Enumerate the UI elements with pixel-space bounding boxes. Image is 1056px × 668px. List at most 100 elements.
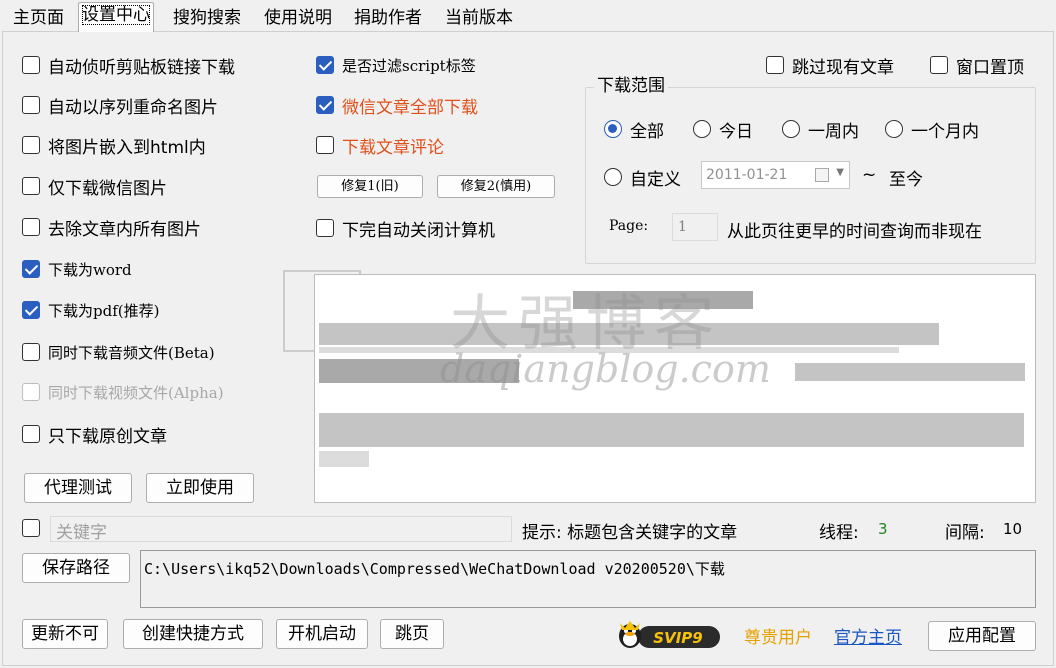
radio-label: 自定义 (630, 169, 681, 190)
apply-config-button[interactable]: 应用配置 (928, 621, 1036, 651)
range-tilde: ~ (862, 165, 877, 185)
save-path-field[interactable]: C:\Users\ikq52\Downloads\Compressed\WeCh… (140, 550, 1036, 608)
user-level: 尊贵用户 (744, 628, 812, 648)
svip-text: SVIP9 (653, 629, 702, 647)
checkbox-checked[interactable] (22, 301, 40, 319)
page-input[interactable]: 1 (672, 213, 718, 241)
download-range-title: 下载范围 (594, 76, 668, 96)
option-label: 窗口置顶 (956, 57, 1024, 78)
until-now-label: 至今 (889, 170, 923, 190)
option-embed-images[interactable]: 将图片嵌入到html内 (22, 133, 206, 158)
option-label: 自动以序列重命名图片 (48, 97, 218, 118)
radio-selected[interactable] (604, 120, 622, 138)
option-label: 跳过现有文章 (792, 57, 894, 78)
apply-now-button[interactable]: 立即使用 (146, 473, 254, 503)
option-original-only[interactable]: 只下载原创文章 (22, 422, 167, 447)
checkbox[interactable] (22, 343, 40, 361)
checkbox-checked[interactable] (316, 96, 334, 114)
option-download-all-articles[interactable]: 微信文章全部下载 (316, 93, 478, 118)
option-filter-script[interactable]: 是否过滤script标签 (316, 53, 476, 77)
threads-label: 线程: (819, 523, 859, 543)
page-hint: 从此页往更早的时间查询而非现在 (727, 222, 982, 242)
update-button[interactable]: 更新不可 (22, 619, 108, 649)
option-label: 去除文章内所有图片 (48, 219, 201, 240)
interval-value[interactable]: 10 (1003, 520, 1022, 538)
option-download-pdf[interactable]: 下载为pdf(推荐) (22, 298, 159, 322)
radio[interactable] (693, 120, 711, 138)
jump-page-button[interactable]: 跳页 (380, 619, 444, 649)
keyword-hint: 提示: 标题包含关键字的文章 (522, 523, 738, 543)
option-label: 下载为pdf(推荐) (48, 301, 160, 320)
option-rename-images[interactable]: 自动以序列重命名图片 (22, 93, 218, 118)
checkbox[interactable] (316, 219, 334, 237)
tab-sogou-search[interactable]: 搜狗搜索 (170, 6, 244, 32)
checkbox[interactable] (22, 218, 40, 236)
fix1-button[interactable]: 修复1(旧) (317, 175, 423, 198)
startup-button[interactable]: 开机启动 (276, 619, 368, 649)
checkbox[interactable] (22, 177, 40, 195)
tab-version[interactable]: 当前版本 (442, 6, 516, 32)
chevron-down-icon: ▼ (836, 167, 844, 178)
date-value: 2011-01-21 (706, 167, 788, 183)
interval-label: 间隔: (945, 523, 985, 543)
option-clipboard-listen[interactable]: 自动侦听剪贴板链接下载 (22, 53, 235, 78)
official-site-link[interactable]: 官方主页 (834, 623, 902, 648)
option-label: 下载文章评论 (342, 137, 444, 158)
option-label: 下完自动关闭计算机 (342, 220, 495, 241)
checkbox-checked[interactable] (22, 260, 40, 278)
radio[interactable] (604, 168, 622, 186)
option-download-audio[interactable]: 同时下载音频文件(Beta) (22, 340, 215, 364)
tab-instructions[interactable]: 使用说明 (261, 6, 335, 32)
save-path-button[interactable]: 保存路径 (22, 553, 130, 583)
tab-strip: 主页面 设置中心 搜狗搜索 使用说明 捐助作者 当前版本 (0, 0, 1056, 32)
radio-label: 今日 (719, 121, 753, 142)
option-label: 是否过滤script标签 (342, 56, 476, 75)
option-remove-images[interactable]: 去除文章内所有图片 (22, 215, 201, 240)
range-month[interactable]: 一个月内 (885, 117, 979, 142)
option-label: 自动侦听剪贴板链接下载 (48, 57, 235, 78)
radio[interactable] (782, 120, 800, 138)
date-picker[interactable]: 2011-01-21 ▼ (701, 161, 850, 189)
checkbox[interactable] (930, 56, 948, 74)
checkbox[interactable] (316, 136, 334, 154)
option-download-word[interactable]: 下载为word (22, 257, 132, 281)
page-label: Page: (609, 218, 649, 234)
radio-label: 全部 (630, 121, 664, 142)
option-window-topmost[interactable]: 窗口置顶 (930, 53, 1024, 78)
option-wechat-images-only[interactable]: 仅下载微信图片 (22, 174, 167, 199)
checkbox[interactable] (766, 56, 784, 74)
fix2-button[interactable]: 修复2(慎用) (437, 175, 555, 198)
radio[interactable] (885, 120, 903, 138)
tab-settings-label: 设置中心 (82, 5, 150, 25)
keyword-input[interactable]: 关键字 (50, 516, 512, 543)
tab-donate[interactable]: 捐助作者 (351, 6, 425, 32)
calendar-icon (815, 168, 829, 182)
option-auto-shutdown[interactable]: 下完自动关闭计算机 (316, 216, 495, 241)
option-label: 仅下载微信图片 (48, 178, 167, 199)
keyword-toggle[interactable] (22, 516, 48, 540)
option-download-video: 同时下载视频文件(Alpha) (22, 380, 224, 404)
checkbox[interactable] (22, 136, 40, 154)
checkbox[interactable] (22, 519, 40, 537)
option-label: 下载为word (48, 260, 132, 279)
checkbox[interactable] (22, 96, 40, 114)
tab-settings[interactable]: 设置中心 (78, 2, 154, 32)
range-today[interactable]: 今日 (693, 117, 753, 142)
svip-badge: SVIP9 (619, 621, 720, 648)
radio-label: 一个月内 (911, 121, 979, 142)
checkbox-checked[interactable] (316, 56, 334, 74)
range-week[interactable]: 一周内 (782, 117, 859, 142)
threads-value[interactable]: 3 (878, 520, 888, 538)
range-all[interactable]: 全部 (604, 117, 664, 142)
proxy-test-button[interactable]: 代理测试 (24, 473, 132, 503)
create-shortcut-button[interactable]: 创建快捷方式 (123, 619, 263, 649)
checkbox[interactable] (22, 425, 40, 443)
option-download-comments[interactable]: 下载文章评论 (316, 133, 444, 158)
checkbox[interactable] (22, 56, 40, 74)
article-preview: 大强博客 daqiangblog.com (314, 274, 1036, 503)
tab-home[interactable]: 主页面 (10, 6, 67, 32)
option-label: 将图片嵌入到html内 (48, 137, 206, 158)
option-skip-existing[interactable]: 跳过现有文章 (766, 53, 894, 78)
radio-label: 一周内 (808, 121, 859, 142)
range-custom[interactable]: 自定义 (604, 165, 681, 190)
